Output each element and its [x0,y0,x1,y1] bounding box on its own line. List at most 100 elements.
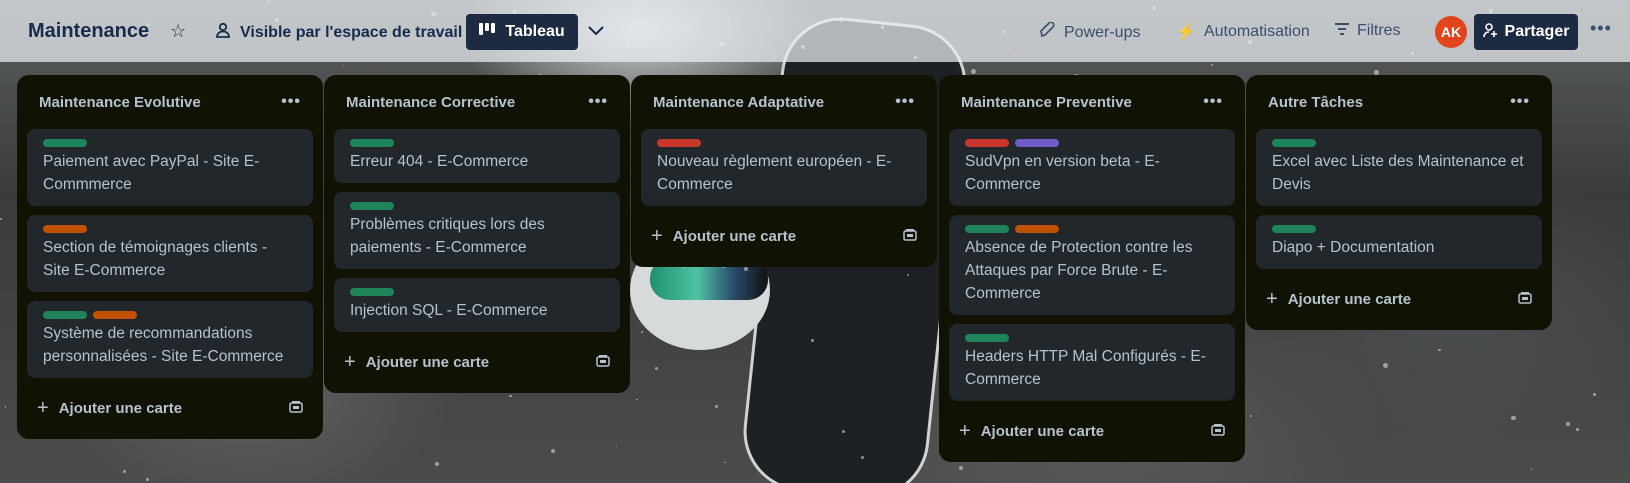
snow-speck [724,461,726,464]
card-label-green[interactable] [43,311,87,319]
card-labels [965,139,1219,147]
snow-speck [509,394,512,398]
card[interactable]: Problèmes critiques lors des paiements -… [334,192,620,269]
snow-speck [715,404,719,408]
list-header: Maintenance Corrective ••• [334,75,620,129]
snow-speck [970,69,976,75]
card-labels [350,288,604,296]
card-template-icon[interactable] [1518,291,1532,308]
card-labels [657,139,911,147]
snow-speck [1211,63,1214,66]
list[interactable]: Maintenance Adaptative ••• Nouveau règleme… [631,75,937,267]
board-menu-button[interactable]: ••• [1590,18,1612,39]
add-card-button[interactable]: + Ajouter une carte [344,351,489,374]
plus-icon: + [651,224,663,247]
card[interactable]: Excel avec Liste des Maintenance et Devi… [1256,129,1542,206]
snow-speck [434,461,439,466]
card-template-icon[interactable] [289,400,303,417]
list-more-icon[interactable]: ••• [1203,93,1223,111]
list-title[interactable]: Autre Tâches [1268,94,1363,111]
list-title[interactable]: Maintenance Corrective [346,94,515,111]
board-title[interactable]: Maintenance [28,20,149,43]
snow-speck [550,449,555,454]
list-header: Maintenance Preventive ••• [949,75,1235,129]
list-more-icon[interactable]: ••• [281,93,301,111]
card-labels [43,225,297,233]
list-title[interactable]: Maintenance Preventive [961,94,1132,111]
card-label-green[interactable] [965,334,1009,342]
share-button[interactable]: Partager [1474,14,1578,50]
snow-speck [860,455,864,459]
card-title: Headers HTTP Mal Configurés - E-Commerce [965,348,1206,388]
list-more-icon[interactable]: ••• [895,93,915,111]
snow-speck [4,406,7,409]
card-label-green[interactable] [1272,139,1316,147]
add-card-label: Ajouter une carte [365,353,490,371]
list-more-icon[interactable]: ••• [588,93,608,111]
card-label-orange[interactable] [43,225,87,233]
card-label-green[interactable] [1272,225,1316,233]
add-card-button[interactable]: + Ajouter une carte [959,420,1104,443]
card[interactable]: Absence de Protection contre les Attaque… [949,215,1235,315]
visibility-button[interactable]: Visible par l'espace de travail [214,21,462,44]
filters-button[interactable]: Filtres [1335,22,1401,40]
add-card-label: Ajouter une carte [1287,290,1412,308]
rocket-icon [1040,21,1056,43]
list[interactable]: Maintenance Corrective ••• Erreur 404 - E-… [324,75,630,393]
view-label: Tableau [505,23,565,40]
star-button[interactable]: ☆ [170,21,186,42]
views-dropdown-button[interactable] [588,20,604,41]
snow-speck [636,399,638,401]
card-label-green[interactable] [350,139,394,147]
card-label-green[interactable] [350,288,394,296]
card-label-orange[interactable] [1015,225,1059,233]
card[interactable]: Système de recommandations personnalisée… [27,301,313,378]
list-title[interactable]: Maintenance Adaptative [653,94,824,111]
list[interactable]: Maintenance Evolutive ••• Paiement avec Pa… [17,75,323,439]
card[interactable]: SudVpn en version beta - E-Commerce [949,129,1235,206]
card-title: Système de recommandations personnalisée… [43,325,284,365]
card-label-green[interactable] [350,202,394,210]
list-title[interactable]: Maintenance Evolutive [39,94,201,111]
card[interactable]: Injection SQL - E-Commerce [334,278,620,332]
snow-speck [0,217,3,220]
add-card-button[interactable]: + Ajouter une carte [651,225,796,248]
powerups-button[interactable]: Power-ups [1040,21,1140,43]
card-title: Absence de Protection contre les Attaque… [965,239,1193,302]
list[interactable]: Autre Tâches ••• Excel avec Liste des Main… [1246,75,1552,330]
card-template-icon[interactable] [596,354,610,371]
card-template-icon[interactable] [1211,423,1225,440]
card-title: Excel avec Liste des Maintenance et Devi… [1272,153,1524,193]
filter-icon [1335,22,1349,40]
card-title: SudVpn en version beta - E-Commerce [965,153,1160,193]
card-template-icon[interactable] [903,228,917,245]
automation-button[interactable]: ⚡ Automatisation [1176,22,1310,42]
view-switcher-board[interactable]: Tableau [466,14,578,50]
member-avatar[interactable]: AK [1435,16,1467,48]
snow-speck [1593,393,1596,396]
add-card-button[interactable]: + Ajouter une carte [1266,288,1411,311]
snow-speck [1438,348,1442,352]
card-labels [965,334,1219,342]
card[interactable]: Section de témoignages clients - Site E-… [27,215,313,292]
add-card-label: Ajouter une carte [58,399,183,417]
list-more-icon[interactable]: ••• [1510,93,1530,111]
snow-speck [958,465,963,470]
card-label-purple[interactable] [1015,139,1059,147]
card-label-red[interactable] [965,139,1009,147]
snow-speck [1510,415,1516,421]
snow-speck [1374,70,1379,75]
card[interactable]: Nouveau règlement européen - E-Commerce [641,129,927,206]
card-title: Paiement avec PayPal - Site E-Commmerce [43,153,260,193]
card[interactable]: Erreur 404 - E-Commerce [334,129,620,183]
add-card-button[interactable]: + Ajouter une carte [37,397,182,420]
card-label-orange[interactable] [93,311,137,319]
snow-speck [343,64,345,67]
card-label-red[interactable] [657,139,701,147]
card-label-green[interactable] [965,225,1009,233]
card[interactable]: Paiement avec PayPal - Site E-Commmerce [27,129,313,206]
card[interactable]: Diapo + Documentation [1256,215,1542,269]
card-label-green[interactable] [43,139,87,147]
list[interactable]: Maintenance Preventive ••• SudVpn en versi… [939,75,1245,462]
card[interactable]: Headers HTTP Mal Configurés - E-Commerce [949,324,1235,401]
